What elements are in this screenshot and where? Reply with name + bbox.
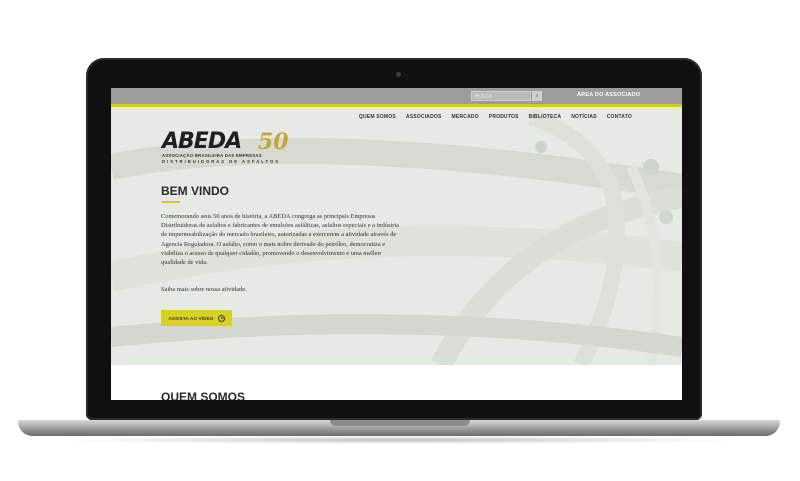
logo-subtitle-2: DISTRIBUIDORAS DE ASFALTOS: [162, 159, 280, 164]
hero-intro-text: Comemorando seus 50 anos de história, a …: [161, 213, 399, 267]
nav-mercado[interactable]: MERCADO: [452, 114, 479, 120]
laptop-shadow: [60, 436, 740, 444]
nav-quem-somos[interactable]: QUEM SOMOS: [359, 114, 396, 120]
logo-50-anniversary: 50: [258, 129, 289, 155]
nav-biblioteca[interactable]: BIBLIOTECA: [529, 114, 562, 120]
more-info-text: Saiba mais sobre nossa atividade.: [161, 286, 247, 293]
about-section-title: QUEM SOMOS: [161, 390, 246, 400]
play-icon: [217, 314, 225, 322]
website-screen: BUSCA ⌕ ÁREA DO ASSOCIADO QUEM SOMOS ASS…: [111, 88, 682, 400]
abeda-logo[interactable]: ABEDA 50 ASSOCIAÇÃO BRASILEIRA DAS EMPRE…: [162, 131, 322, 169]
camera-dot: [396, 72, 401, 77]
watch-video-label: ASSISTA AO VÍDEO: [168, 315, 214, 321]
main-nav: QUEM SOMOS ASSOCIADOS MERCADO PRODUTOS B…: [359, 114, 632, 120]
nav-noticias[interactable]: NOTÍCIAS: [571, 114, 597, 120]
watch-video-button[interactable]: ASSISTA AO VÍDEO: [161, 310, 232, 326]
nav-produtos[interactable]: PRODUTOS: [489, 114, 519, 120]
title-underline: [162, 201, 180, 203]
nav-associados[interactable]: ASSOCIADOS: [406, 114, 442, 120]
hero-section: QUEM SOMOS ASSOCIADOS MERCADO PRODUTOS B…: [111, 107, 682, 365]
logo-subtitle-1: ASSOCIAÇÃO BRASILEIRA DAS EMPRESAS: [162, 153, 262, 158]
laptop-notch: [330, 420, 470, 426]
search-icon[interactable]: ⌕: [532, 91, 542, 101]
logo-name: ABEDA: [162, 129, 242, 154]
hero-title: BEM VINDO: [161, 184, 230, 198]
nav-contato[interactable]: CONTATO: [607, 114, 632, 120]
member-area-link[interactable]: ÁREA DO ASSOCIADO: [577, 92, 640, 98]
search-input[interactable]: BUSCA: [471, 91, 531, 101]
top-bar: BUSCA ⌕ ÁREA DO ASSOCIADO: [111, 88, 682, 107]
